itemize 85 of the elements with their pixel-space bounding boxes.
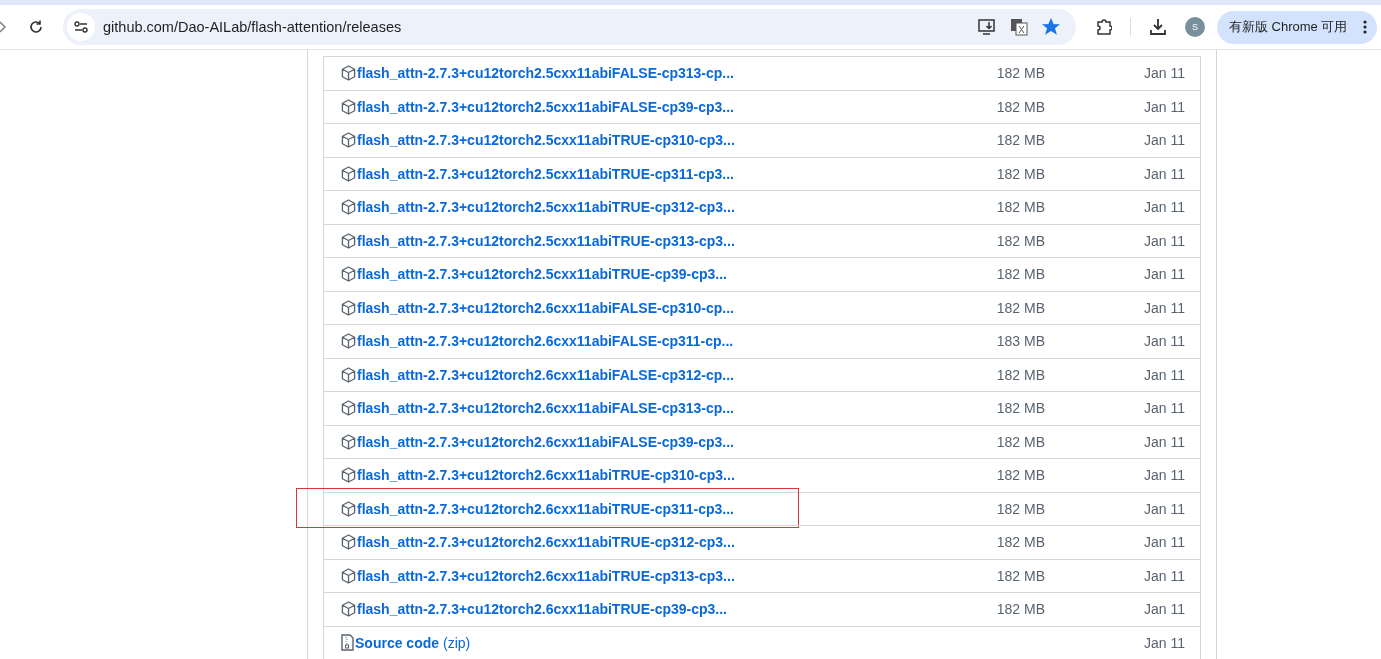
- asset-size: 182 MB: [995, 567, 1045, 584]
- source-code-link[interactable]: Source code: [355, 634, 440, 651]
- package-box-icon: [341, 165, 356, 182]
- package-box-icon: [341, 366, 356, 383]
- asset-date: Jan 11: [1143, 500, 1185, 517]
- asset-date: Jan 11: [1143, 232, 1185, 249]
- asset-date: Jan 11: [1143, 165, 1185, 182]
- asset-date: Jan 11: [1143, 132, 1185, 149]
- profile-avatar[interactable]: S: [1185, 17, 1205, 37]
- asset-date: Jan 11: [1143, 199, 1185, 216]
- asset-size: 182 MB: [995, 165, 1045, 182]
- asset-date: Jan 11: [1143, 601, 1185, 618]
- asset-link[interactable]: flash_attn-2.7.3+cu12torch2.5cxx11abiTRUE-cp312-cp3...: [357, 199, 735, 216]
- asset-size: 182 MB: [995, 65, 1045, 82]
- asset-link[interactable]: flash_attn-2.7.3+cu12torch2.6cxx11abiFALSE-cp310-cp...: [357, 299, 734, 316]
- package-box-icon: [341, 266, 356, 283]
- asset-link[interactable]: flash_attn-2.7.3+cu12torch2.6cxx11abiTRUE-cp312-cp3...: [357, 534, 735, 551]
- asset-link[interactable]: flash_attn-2.7.3+cu12torch2.6cxx11abiTRUE-cp313-cp3...: [357, 567, 735, 584]
- reload-icon[interactable]: [28, 19, 44, 35]
- asset-date: Jan 11: [1143, 567, 1185, 584]
- package-box-icon: [341, 400, 356, 417]
- address-bar[interactable]: github.com/Dao-AILab/flash-attention/releases: [63, 9, 1076, 45]
- asset-date: Jan 11: [1143, 366, 1185, 383]
- asset-date: Jan 11: [1143, 634, 1185, 651]
- package-box-icon: [341, 299, 356, 316]
- asset-size: 182 MB: [995, 132, 1045, 149]
- asset-date: Jan 11: [1143, 333, 1185, 350]
- asset-link[interactable]: flash_attn-2.7.3+cu12torch2.5cxx11abiTRUE-cp313-cp3...: [357, 232, 735, 249]
- package-box-icon: [341, 333, 356, 350]
- asset-size: 182 MB: [995, 400, 1045, 417]
- asset-date: Jan 11: [1143, 266, 1185, 283]
- asset-size: 182 MB: [995, 534, 1045, 551]
- package-box-icon: [341, 601, 356, 618]
- asset-link[interactable]: flash_attn-2.7.3+cu12torch2.6cxx11abiTRUE-cp39-cp3...: [357, 601, 727, 618]
- asset-size: 182 MB: [995, 299, 1045, 316]
- package-box-icon: [341, 232, 356, 249]
- asset-link[interactable]: flash_attn-2.7.3+cu12torch2.6cxx11abiTRUE-cp311-cp3...: [357, 500, 734, 517]
- asset-size: 182 MB: [995, 433, 1045, 450]
- asset-date: Jan 11: [1143, 467, 1185, 484]
- asset-date: Jan 11: [1143, 65, 1185, 82]
- chrome-update-button[interactable]: 有新版 Chrome 可用: [1217, 10, 1377, 44]
- package-box-icon: [341, 98, 356, 115]
- package-box-icon: [341, 534, 356, 551]
- asset-link[interactable]: flash_attn-2.7.3+cu12torch2.5cxx11abiFALSE-cp313-cp...: [357, 65, 734, 82]
- site-info-icon[interactable]: [67, 13, 95, 41]
- package-box-icon: [341, 199, 356, 216]
- asset-size: 183 MB: [995, 333, 1045, 350]
- asset-link[interactable]: flash_attn-2.7.3+cu12torch2.6cxx11abiFALSE-cp311-cp...: [357, 333, 734, 350]
- bookmark-star-icon[interactable]: [1042, 18, 1060, 36]
- asset-date: Jan 11: [1143, 433, 1185, 450]
- asset-link[interactable]: flash_attn-2.7.3+cu12torch2.6cxx11abiFALSE-cp39-cp3...: [357, 433, 734, 450]
- translate-icon[interactable]: [1010, 18, 1028, 36]
- asset-link[interactable]: flash_attn-2.7.3+cu12torch2.5cxx11abiTRUE-cp311-cp3...: [357, 165, 734, 182]
- asset-link[interactable]: flash_attn-2.7.3+cu12torch2.5cxx11abiTRUE-cp310-cp3...: [357, 132, 735, 149]
- asset-size: 182 MB: [995, 467, 1045, 484]
- asset-size: 182 MB: [995, 500, 1045, 517]
- asset-date: Jan 11: [1143, 299, 1185, 316]
- puzzle-piece-icon[interactable]: [1096, 18, 1112, 36]
- asset-link[interactable]: flash_attn-2.7.3+cu12torch2.6cxx11abiFALSE-cp312-cp...: [357, 366, 734, 383]
- asset-date: Jan 11: [1143, 400, 1185, 417]
- package-box-icon: [341, 567, 356, 584]
- more-icon[interactable]: [1363, 20, 1367, 34]
- download-icon[interactable]: [1149, 18, 1167, 36]
- asset-link[interactable]: flash_attn-2.7.3+cu12torch2.6cxx11abiFALSE-cp313-cp...: [357, 400, 734, 417]
- asset-size: 182 MB: [995, 232, 1045, 249]
- package-box-icon: [341, 467, 356, 484]
- asset-link[interactable]: flash_attn-2.7.3+cu12torch2.5cxx11abiFALSE-cp39-cp3...: [357, 98, 734, 115]
- asset-link[interactable]: flash_attn-2.7.3+cu12torch2.6cxx11abiTRUE-cp310-cp3...: [357, 467, 735, 484]
- url-text: github.com/Dao-AILab/flash-attention/releases: [103, 19, 403, 35]
- package-box-icon: [341, 65, 356, 82]
- archive-format: (zip): [443, 634, 471, 651]
- asset-date: Jan 11: [1143, 98, 1185, 115]
- asset-size: 182 MB: [995, 199, 1045, 216]
- asset-size: 182 MB: [995, 366, 1045, 383]
- asset-size: 182 MB: [995, 601, 1045, 618]
- asset-link[interactable]: flash_attn-2.7.3+cu12torch2.5cxx11abiTRUE-cp39-cp3...: [357, 266, 727, 283]
- package-box-icon: [341, 500, 356, 517]
- forward-icon[interactable]: [0, 21, 8, 33]
- asset-size: 182 MB: [995, 266, 1045, 283]
- asset-date: Jan 11: [1143, 534, 1185, 551]
- install-app-icon[interactable]: [978, 19, 996, 35]
- package-box-icon: [341, 433, 356, 450]
- zip-file-icon: [341, 634, 354, 652]
- asset-size: 182 MB: [995, 98, 1045, 115]
- package-box-icon: [341, 132, 356, 149]
